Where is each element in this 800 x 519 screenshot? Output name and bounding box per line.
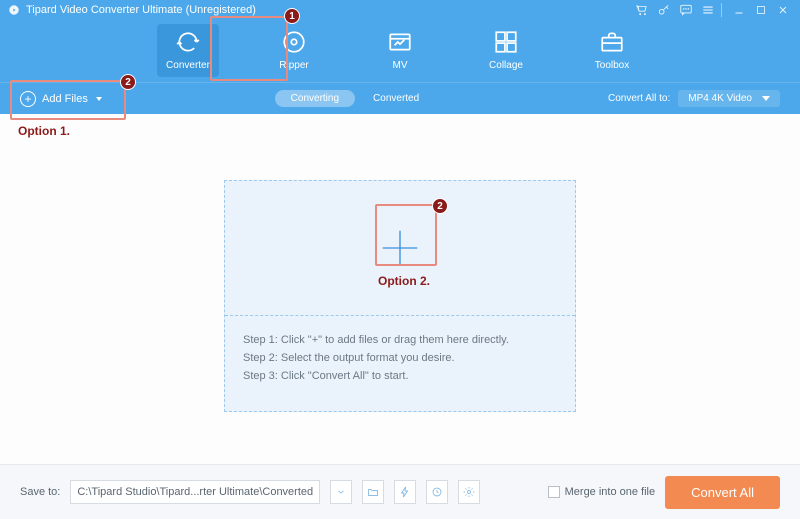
close-button[interactable] <box>774 1 792 19</box>
step-3: Step 3: Click "Convert All" to start. <box>243 370 557 382</box>
add-files-button[interactable]: + Add Files <box>20 91 102 107</box>
high-speed-button[interactable] <box>426 480 448 504</box>
hw-accel-button[interactable] <box>394 480 416 504</box>
convert-all-to-label: Convert All to: <box>608 93 670 104</box>
mv-icon <box>387 28 413 56</box>
main-nav: Converter Ripper MV Collage Toolbox <box>0 20 800 82</box>
toolbox-icon <box>599 28 625 56</box>
nav-converter[interactable]: Converter <box>157 24 219 77</box>
settings-button[interactable] <box>458 480 480 504</box>
converter-icon <box>175 28 201 56</box>
save-path-field[interactable]: C:\Tipard Studio\Tipard...rter Ultimate\… <box>70 480 320 504</box>
caret-down-icon <box>96 97 102 101</box>
sub-bar: + Add Files Converting Converted Convert… <box>0 82 800 114</box>
minimize-button[interactable] <box>730 1 748 19</box>
nav-toolbox[interactable]: Toolbox <box>581 24 643 77</box>
menu-icon[interactable] <box>699 1 717 19</box>
nav-mv[interactable]: MV <box>369 24 431 77</box>
instructions: Step 1: Click "+" to add files or drag t… <box>225 316 575 400</box>
feedback-icon[interactable] <box>677 1 695 19</box>
save-to-label: Save to: <box>20 486 60 498</box>
plus-circle-icon: + <box>20 91 36 107</box>
workspace: Step 1: Click "+" to add files or drag t… <box>0 114 800 464</box>
collage-icon <box>493 28 519 56</box>
add-files-plus-button[interactable] <box>377 225 423 271</box>
ripper-icon <box>281 28 307 56</box>
title-bar: Tipard Video Converter Ultimate (Unregis… <box>0 0 800 20</box>
output-format-dropdown[interactable]: MP4 4K Video <box>678 90 780 107</box>
key-icon[interactable] <box>655 1 673 19</box>
caret-down-icon <box>762 96 770 101</box>
nav-collage[interactable]: Collage <box>475 24 537 77</box>
open-folder-button[interactable] <box>362 480 384 504</box>
tab-converted[interactable]: Converted <box>357 90 435 107</box>
path-dropdown-button[interactable] <box>330 480 352 504</box>
tab-converting[interactable]: Converting <box>275 90 355 107</box>
step-1: Step 1: Click "+" to add files or drag t… <box>243 334 557 346</box>
drop-zone[interactable]: Step 1: Click "+" to add files or drag t… <box>224 180 576 412</box>
maximize-button[interactable] <box>752 1 770 19</box>
app-logo-icon <box>8 4 20 16</box>
merge-checkbox[interactable]: Merge into one file <box>548 486 656 498</box>
convert-all-button[interactable]: Convert All <box>665 476 780 509</box>
step-2: Step 2: Select the output format you des… <box>243 352 557 364</box>
checkbox-icon <box>548 486 560 498</box>
app-title: Tipard Video Converter Ultimate (Unregis… <box>26 4 256 16</box>
bottom-bar: Save to: C:\Tipard Studio\Tipard...rter … <box>0 464 800 519</box>
nav-ripper[interactable]: Ripper <box>263 24 325 77</box>
cart-icon[interactable] <box>633 1 651 19</box>
